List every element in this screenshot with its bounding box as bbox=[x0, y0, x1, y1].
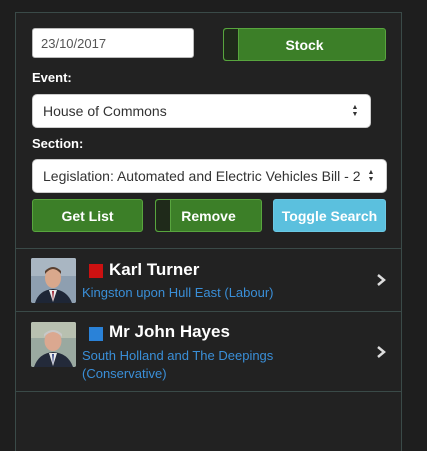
avatar bbox=[31, 322, 76, 367]
member-list: Karl Turner Kingston upon Hull East (Lab… bbox=[16, 248, 401, 392]
section-label: Section: bbox=[32, 136, 84, 151]
updown-caret-icon: ▲ ▼ bbox=[367, 169, 375, 183]
party-color-badge bbox=[89, 264, 103, 278]
updown-caret-icon: ▲ ▼ bbox=[351, 104, 359, 118]
get-list-label: Get List bbox=[61, 207, 114, 224]
member-party: (Conservative) bbox=[82, 366, 167, 381]
party-color-badge bbox=[89, 327, 103, 341]
toggle-knob bbox=[156, 200, 171, 231]
date-input[interactable] bbox=[32, 28, 194, 58]
remove-toggle-button[interactable]: Remove bbox=[155, 199, 262, 232]
avatar bbox=[31, 258, 76, 303]
toggle-knob bbox=[224, 29, 239, 60]
member-name: Karl Turner bbox=[109, 260, 200, 279]
mp-panel: Stock Event: House of Commons ▲▼ Section… bbox=[15, 12, 402, 451]
stock-toggle-button[interactable]: Stock bbox=[223, 28, 386, 61]
section-select-value: Legislation: Automated and Electric Vehi… bbox=[43, 168, 361, 184]
list-divider bbox=[16, 391, 401, 392]
chevron-right-icon[interactable] bbox=[375, 345, 387, 359]
section-select[interactable]: Legislation: Automated and Electric Vehi… bbox=[32, 159, 387, 193]
member-constituency: Kingston upon Hull East (Labour) bbox=[82, 285, 274, 300]
event-select-value: House of Commons bbox=[43, 103, 167, 119]
event-label: Event: bbox=[32, 70, 72, 85]
member-list-item[interactable]: Karl Turner Kingston upon Hull East (Lab… bbox=[16, 248, 401, 311]
member-name: Mr John Hayes bbox=[109, 322, 230, 341]
stock-label: Stock bbox=[285, 36, 324, 53]
toggle-search-button[interactable]: Toggle Search bbox=[273, 199, 386, 232]
member-list-item[interactable]: Mr John Hayes South Holland and The Deep… bbox=[16, 311, 401, 391]
controls-section: Stock Event: House of Commons ▲▼ Section… bbox=[16, 13, 401, 249]
get-list-button[interactable]: Get List bbox=[32, 199, 143, 232]
member-constituency: South Holland and The Deepings bbox=[82, 348, 274, 363]
toggle-search-label: Toggle Search bbox=[281, 207, 378, 224]
remove-label: Remove bbox=[181, 207, 236, 224]
event-select[interactable]: House of Commons ▲ ▼ bbox=[32, 94, 371, 128]
chevron-right-icon[interactable] bbox=[375, 273, 387, 287]
